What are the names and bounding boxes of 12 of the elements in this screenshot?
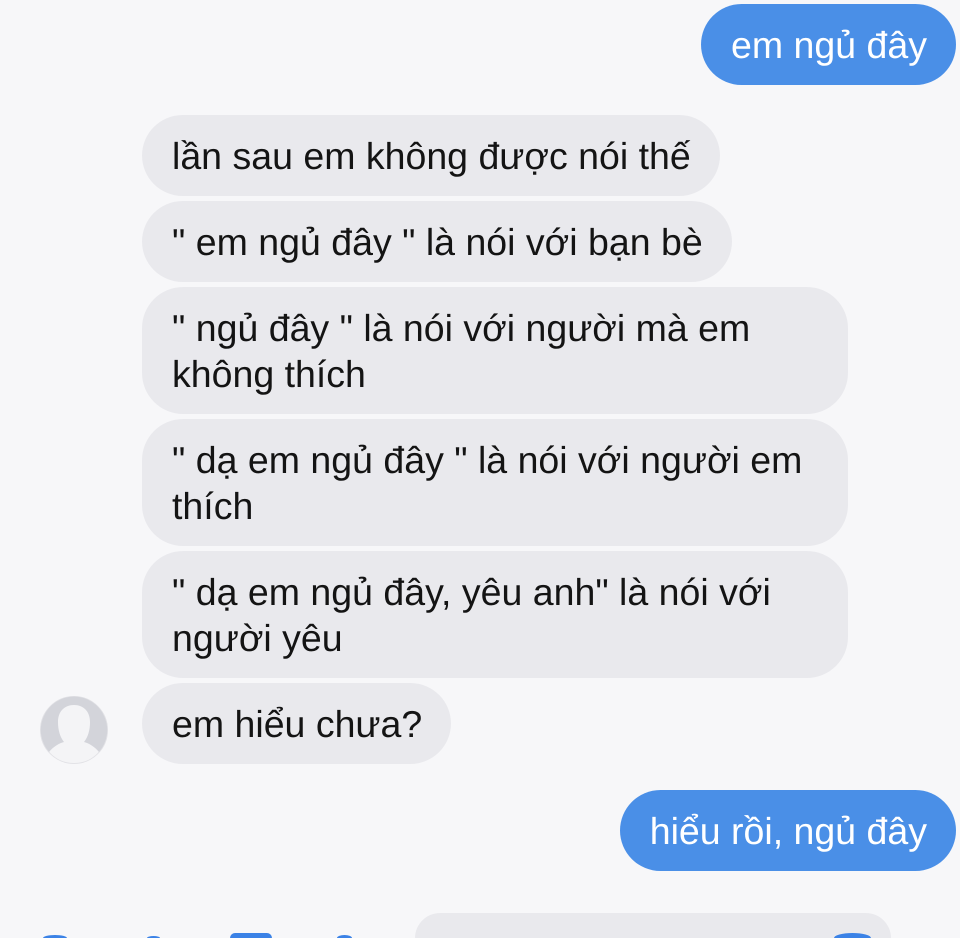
received-message-bubble: " dạ em ngủ đây, yêu anh" là nói với người yêu xyxy=(142,551,848,678)
received-message-bubble: " ngủ đây " là nói với người mà em không thích xyxy=(142,287,848,414)
toolbar-icon[interactable] xyxy=(337,935,352,938)
sent-message-bubble: em ngủ đây xyxy=(701,4,956,85)
received-message-bubble: em hiểu chưa? xyxy=(142,683,452,764)
message-input-field[interactable] xyxy=(415,913,891,938)
received-message-bubble: lần sau em không được nói thế xyxy=(142,115,720,196)
toolbar-icon[interactable] xyxy=(230,933,272,938)
received-message-bubble: " em ngủ đây " là nói với bạn bè xyxy=(142,201,732,282)
received-message-bubble: " dạ em ngủ đây " là nói với người em thích xyxy=(142,419,848,546)
sent-message-bubble: hiểu rồi, ngủ đây xyxy=(620,790,956,871)
toolbar-icon[interactable] xyxy=(43,935,67,938)
